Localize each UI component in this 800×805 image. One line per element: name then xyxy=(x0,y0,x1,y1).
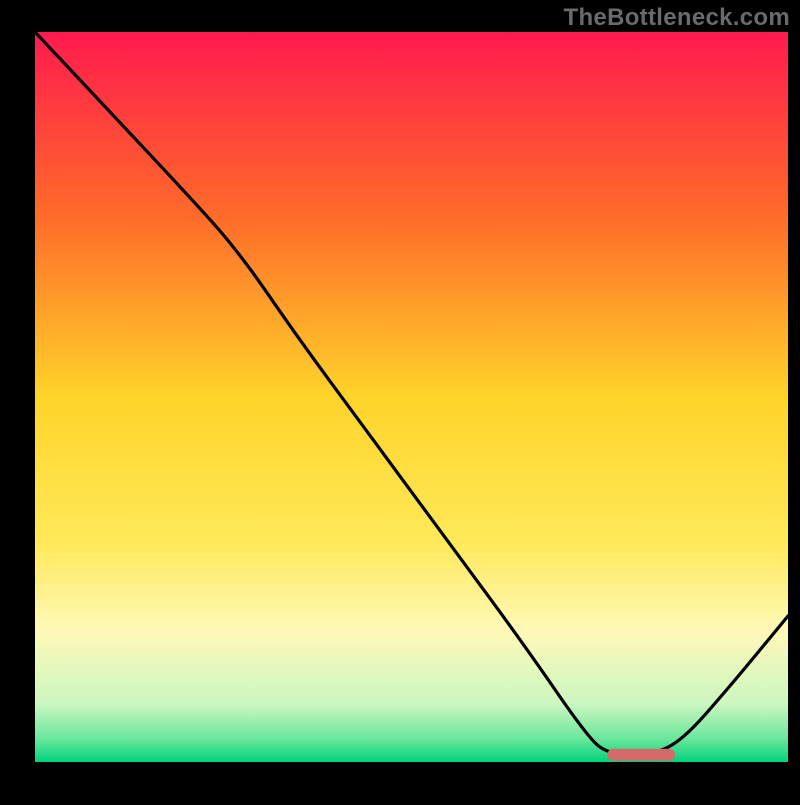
plot-area xyxy=(35,32,788,762)
bottleneck-chart xyxy=(0,0,800,800)
optimal-range-marker xyxy=(607,749,675,761)
watermark-text: TheBottleneck.com xyxy=(564,4,790,32)
chart-svg xyxy=(0,0,800,800)
